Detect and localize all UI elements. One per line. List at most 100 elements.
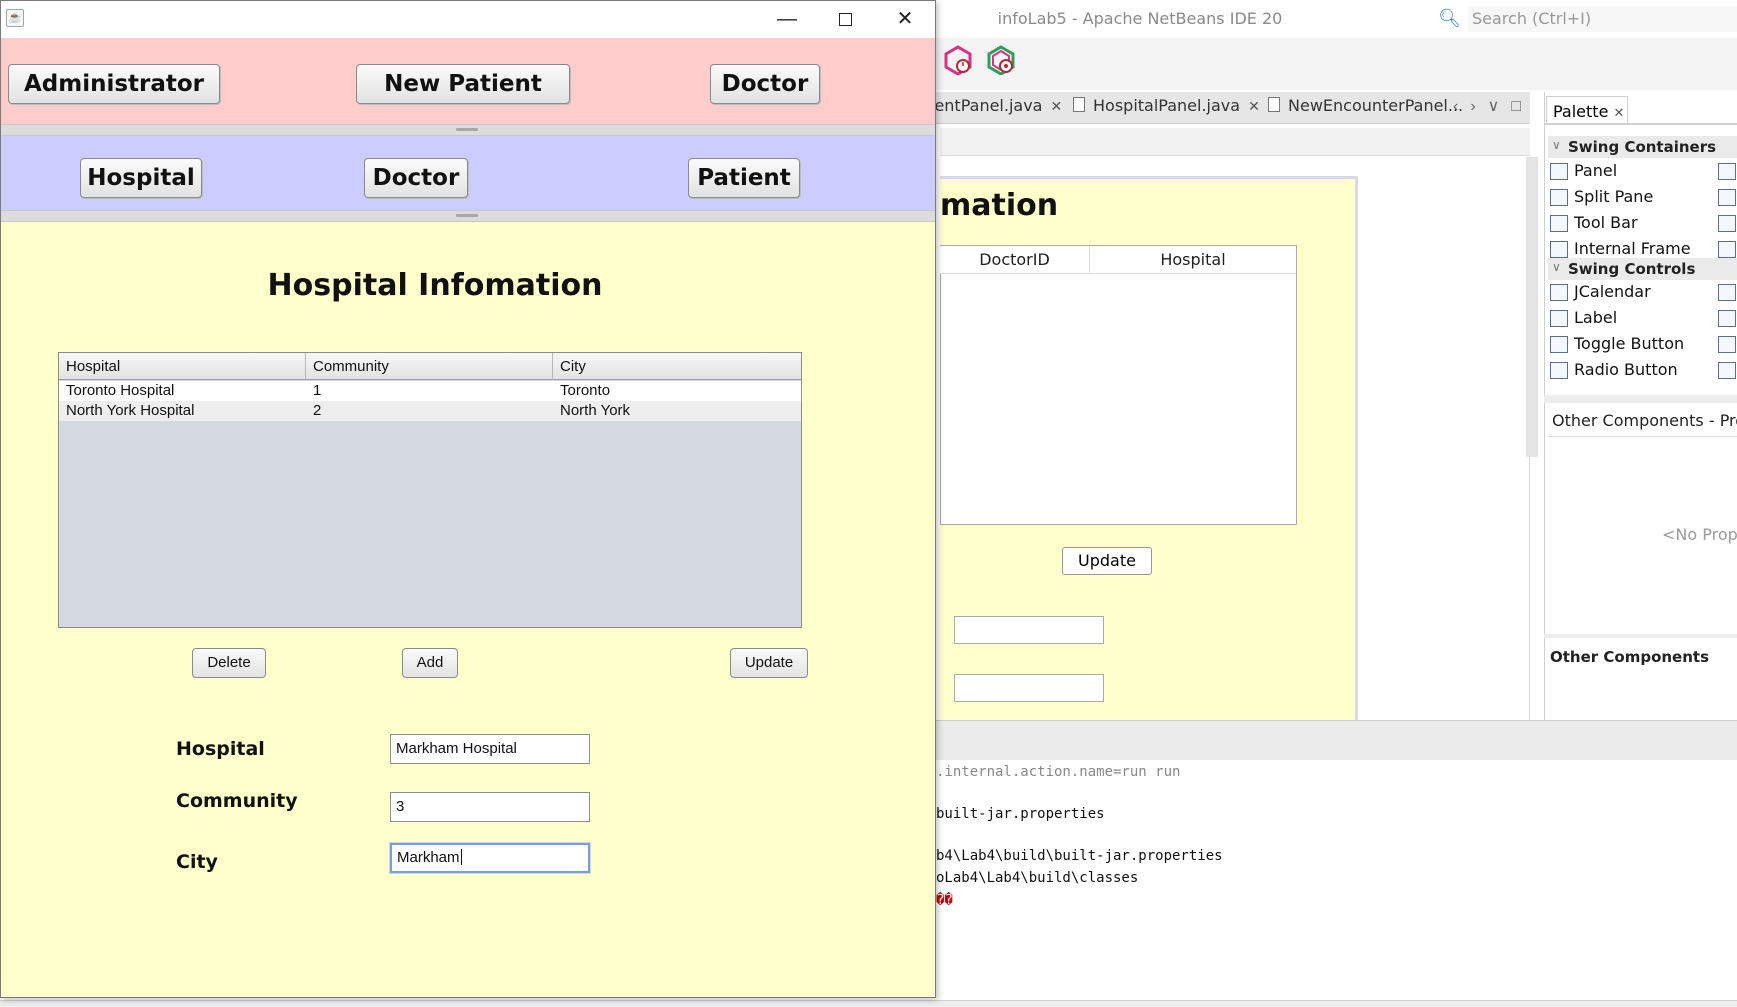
- status-bar: [0, 1000, 1737, 1007]
- divider-grip-icon[interactable]: [456, 128, 478, 131]
- palette-group-swing-controls[interactable]: ∨ Swing Controls: [1548, 258, 1737, 280]
- properties-title: Other Components - Prop: [1548, 403, 1737, 437]
- search-icon[interactable]: 🔍︎: [1438, 8, 1464, 28]
- palette-item-toggle-button[interactable]: Toggle Button: [1548, 331, 1737, 357]
- close-button[interactable]: ✕: [876, 1, 934, 37]
- profile-attach-icon[interactable]: [985, 44, 1017, 76]
- component-icon: [1718, 189, 1736, 206]
- output-line: b4\Lab4\build\built-jar.properties: [936, 848, 1223, 864]
- ide-search-input[interactable]: Search (Ctrl+I): [1468, 6, 1737, 32]
- update-button[interactable]: Update: [730, 648, 808, 678]
- city-label: City: [176, 851, 218, 873]
- design-update-button[interactable]: Update: [1062, 547, 1152, 575]
- tab-patient-panel[interactable]: ientPanel.java ✕: [930, 96, 1062, 122]
- delete-button[interactable]: Delete: [192, 648, 266, 678]
- component-icon: [1718, 310, 1736, 327]
- profile-run-icon[interactable]: [942, 44, 974, 76]
- tab-new-encounter-panel[interactable]: NewEncounterPanel...: [1268, 96, 1463, 122]
- palette-item-label: Label: [1574, 308, 1618, 327]
- doctor-button[interactable]: Doctor: [364, 158, 468, 198]
- maximize-icon: [838, 13, 852, 27]
- administrator-button[interactable]: Administrator: [8, 64, 220, 104]
- palette-group-title: Swing Containers: [1568, 138, 1717, 156]
- output-line: ��: [936, 892, 953, 908]
- new-patient-button[interactable]: New Patient: [356, 64, 570, 104]
- column-header-community[interactable]: Community: [306, 353, 553, 380]
- chevron-down-icon: ∨: [1552, 260, 1561, 274]
- output-line: built-jar.properties: [936, 806, 1105, 822]
- minimize-button[interactable]: —: [758, 1, 816, 37]
- palette-item-label: Panel: [1574, 161, 1618, 180]
- divider: [1544, 395, 1737, 403]
- table-row[interactable]: Toronto Hospital 1 Toronto: [59, 381, 801, 401]
- component-icon: [1718, 284, 1736, 301]
- close-icon[interactable]: ✕: [1050, 99, 1062, 115]
- design-table-header: Hospital: [1090, 246, 1296, 274]
- palette-item-label: Tool Bar: [1574, 213, 1638, 232]
- output-line: .internal.action.name=run run: [936, 764, 1181, 780]
- tab-navigation-icons[interactable]: ‹›∨□: [1453, 96, 1529, 120]
- hospital-button[interactable]: Hospital: [80, 158, 202, 198]
- table-cell: 1: [313, 382, 322, 399]
- component-icon: [1718, 163, 1736, 180]
- palette-item-tool-bar[interactable]: Tool Bar: [1548, 210, 1737, 236]
- divider: [1544, 123, 1737, 125]
- palette-item-split-pane[interactable]: Split Pane: [1548, 184, 1737, 210]
- tab-hospital-panel[interactable]: HospitalPanel.java ✕: [1073, 96, 1260, 122]
- palette-group-swing-containers[interactable]: ∨ Swing Containers: [1548, 136, 1737, 158]
- city-field[interactable]: Markham: [390, 843, 590, 873]
- community-label: Community: [176, 790, 298, 812]
- column-header-hospital[interactable]: Hospital: [59, 353, 306, 380]
- component-icon: [1718, 336, 1736, 353]
- palette-item-jcalendar[interactable]: JCalendar: [1548, 279, 1737, 305]
- design-form-title: mation: [940, 188, 1059, 223]
- java-file-icon: [1073, 97, 1085, 112]
- divider: [1544, 634, 1737, 638]
- text-caret: [460, 849, 462, 865]
- design-toolbar: [940, 128, 1530, 156]
- patient-button[interactable]: Patient: [688, 158, 800, 198]
- chevron-down-icon: ∨: [1552, 138, 1561, 152]
- palette-item-label: Internal Frame: [1574, 239, 1691, 258]
- palette-item-label: Split Pane: [1574, 187, 1654, 206]
- palette-group-title: Swing Controls: [1568, 260, 1696, 278]
- other-components-title: Other Components: [1550, 648, 1710, 666]
- table-row[interactable]: North York Hospital 2 North York: [59, 401, 801, 421]
- maximize-button[interactable]: [816, 1, 874, 37]
- community-field[interactable]: 3: [390, 792, 590, 822]
- column-header-city[interactable]: City: [553, 353, 801, 380]
- component-icon: [1718, 215, 1736, 232]
- palette-item-radio-button[interactable]: Radio Button: [1548, 357, 1737, 383]
- component-icon: [1718, 241, 1736, 258]
- table-cell: Toronto: [560, 382, 611, 399]
- internal-frame-icon: [1550, 241, 1568, 258]
- table-cell: North York: [560, 402, 631, 419]
- java-app-icon: ☕: [6, 9, 24, 27]
- hospital-field[interactable]: Markham Hospital: [390, 734, 590, 764]
- editor-scrollbar[interactable]: [1526, 157, 1538, 457]
- city-field-text: Markham: [397, 849, 460, 866]
- add-button[interactable]: Add: [402, 648, 458, 678]
- palette-tab-label: Palette: [1553, 102, 1609, 121]
- close-icon[interactable]: ✕: [1248, 99, 1260, 115]
- palette-item-label: Radio Button: [1574, 360, 1678, 379]
- doctor-role-button[interactable]: Doctor: [710, 64, 820, 104]
- palette-item-panel[interactable]: Panel: [1548, 158, 1737, 184]
- label-icon: [1550, 310, 1568, 327]
- toggle-button-icon: [1550, 336, 1568, 353]
- component-icon: [1718, 362, 1736, 379]
- tab-label: HospitalPanel.java: [1093, 96, 1241, 115]
- hospital-label: Hospital: [176, 738, 265, 760]
- design-text-field[interactable]: [954, 674, 1104, 702]
- design-table[interactable]: [940, 245, 1297, 525]
- palette-tab[interactable]: Palette ✕: [1546, 96, 1628, 124]
- table-cell: North York Hospital: [66, 402, 195, 419]
- close-icon[interactable]: ✕: [1614, 106, 1625, 121]
- design-text-field[interactable]: [954, 616, 1104, 644]
- split-pane-icon: [1550, 189, 1568, 206]
- tab-label: ientPanel.java: [930, 96, 1043, 115]
- palette-item-label-component[interactable]: Label: [1548, 305, 1737, 331]
- calendar-icon: [1550, 284, 1568, 301]
- divider-grip-icon[interactable]: [456, 214, 478, 217]
- table-cell: Toronto Hospital: [66, 382, 175, 399]
